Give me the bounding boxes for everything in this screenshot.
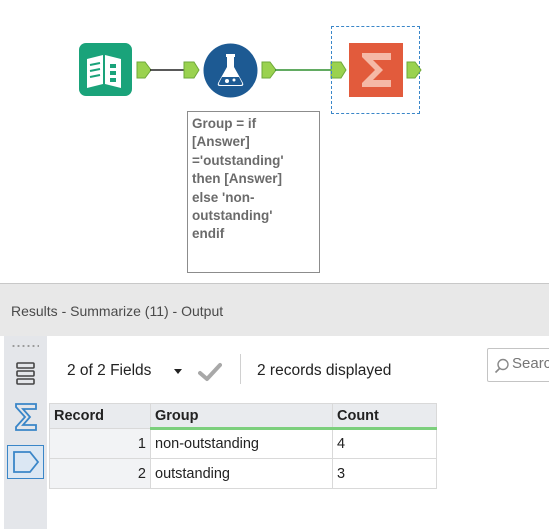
record-cell: 2: [49, 458, 151, 489]
search-input[interactable]: [512, 355, 549, 372]
connector-line[interactable]: [150, 60, 200, 80]
summarize-view-button[interactable]: [7, 400, 44, 434]
results-content: 2 of 2 Fields 2 records displayed Record…: [47, 336, 549, 529]
fields-selector[interactable]: 2 of 2 Fields: [67, 362, 151, 380]
input-data-tool[interactable]: [79, 43, 132, 96]
summarize-tool[interactable]: [349, 43, 403, 97]
table-header-row: Record Group Count: [49, 403, 437, 430]
output-view-button[interactable]: [7, 445, 44, 479]
group-cell[interactable]: non-outstanding: [150, 428, 333, 459]
column-header-record[interactable]: Record: [49, 403, 151, 429]
sigma-icon: [15, 403, 37, 431]
results-header: Results - Summarize (11) - Output: [0, 283, 549, 336]
table-view-button[interactable]: [7, 356, 44, 390]
results-side-rail: [4, 336, 47, 529]
sigma-icon: [349, 43, 403, 97]
flask-icon: [203, 43, 258, 98]
group-cell[interactable]: outstanding: [150, 458, 333, 489]
dropdown-arrow-icon[interactable]: [173, 368, 183, 376]
records-count: 2 records displayed: [257, 362, 392, 379]
results-title: Results - Summarize (11) - Output: [11, 303, 224, 319]
count-cell[interactable]: 3: [332, 458, 437, 489]
drag-handle-icon[interactable]: [11, 344, 39, 348]
results-table: Record Group Count 1 non-outstanding 4 2…: [49, 403, 437, 489]
count-cell[interactable]: 4: [332, 428, 437, 459]
workflow-canvas[interactable]: Group = if [Answer] ='outstanding' then …: [0, 0, 549, 283]
toolbar-divider: [240, 354, 241, 384]
book-icon: [79, 43, 132, 96]
search-field[interactable]: [487, 348, 549, 382]
formula-tool[interactable]: [203, 43, 258, 98]
checkmark-icon[interactable]: [198, 362, 222, 382]
tag-icon: [13, 451, 40, 473]
table-row[interactable]: 1 non-outstanding 4: [49, 428, 437, 459]
column-header-count[interactable]: Count: [332, 403, 437, 430]
table-row[interactable]: 2 outstanding 3: [49, 458, 437, 489]
output-anchor[interactable]: [406, 60, 422, 80]
search-icon: [494, 358, 509, 374]
record-cell: 1: [49, 428, 151, 459]
column-header-group[interactable]: Group: [150, 403, 333, 430]
formula-annotation: Group = if [Answer] ='outstanding' then …: [187, 111, 320, 273]
rows-icon: [16, 362, 35, 385]
